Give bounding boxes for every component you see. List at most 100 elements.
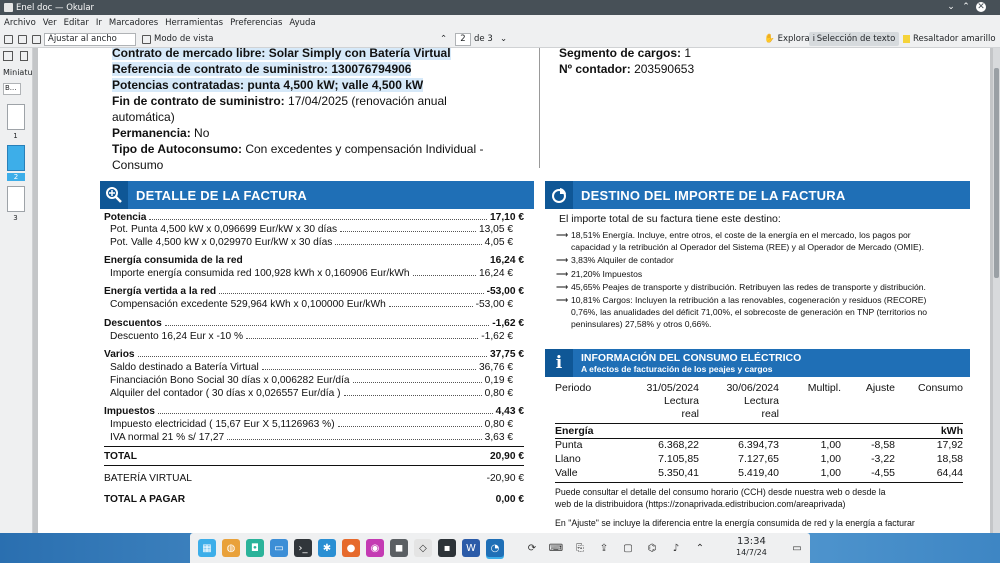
volume-icon[interactable]: ♪ <box>667 539 685 557</box>
word-icon[interactable]: W <box>462 539 480 557</box>
device-icon[interactable]: ▢ <box>619 539 637 557</box>
thumbnails-tab-icon[interactable] <box>3 51 13 61</box>
menu-archivo[interactable]: Archivo <box>4 18 36 28</box>
document-viewport[interactable]: Contrato de mercado libre: Solar Simply … <box>33 48 1000 533</box>
hand-icon: ✋ <box>764 34 775 44</box>
cell-lectura-2: 5.419,40 <box>738 467 779 479</box>
arrow-icon: ⟶ <box>556 230 569 240</box>
menu-herramientas[interactable]: Herramientas <box>165 18 223 28</box>
thumbnail-search-input[interactable]: B... <box>3 83 21 95</box>
cell-ajuste: -3,22 <box>871 453 895 465</box>
show-desktop-icon[interactable]: ▭ <box>788 539 806 557</box>
contract-end-value: 17/04/2025 (renovación anual <box>288 94 447 108</box>
consumo-note-2: web de la distribuidora (https://zonapri… <box>555 499 846 509</box>
sidebar-toggle-button[interactable] <box>4 32 16 46</box>
desktop-taskbar: ▦ ◍ ◘ ▭ ›_ ✱ ● ◉ ◼ ◇ ▪ W ◔ ⟳ ⌨ ⎘ ⇪ ▢ ⌬ ♪… <box>0 533 1000 563</box>
col-consumo: Consumo <box>918 382 963 394</box>
total-value: 20,90 € <box>490 451 524 462</box>
thumbnail-number-3: 3 <box>13 214 18 222</box>
destino-item-text: peninsulares) 27,58% y otros 0,66%. <box>571 319 712 330</box>
magnifier-icon <box>100 181 128 209</box>
system-clock[interactable]: 13:34 14/7/24 <box>736 536 767 558</box>
cell-multipl: 1,00 <box>820 439 841 451</box>
cell-lectura-1: 5.350,41 <box>658 467 699 479</box>
app-launcher-icon[interactable]: ▦ <box>198 539 216 557</box>
zoom-select[interactable]: Ajustar al ancho <box>44 32 136 46</box>
contract-type: Contrato de mercado libre: Solar Simply … <box>112 48 451 60</box>
folder-icon[interactable]: ▭ <box>270 539 288 557</box>
page-thumbnail-2[interactable] <box>7 145 25 171</box>
okular-icon[interactable]: ◔ <box>486 539 504 557</box>
sync-icon[interactable]: ⟳ <box>523 539 541 557</box>
page-thumbnail-3[interactable] <box>7 186 25 212</box>
potencia-row: Potencia 17,10 € <box>104 212 524 223</box>
descuento-label: Descuento 16,24 Eur x -10 % <box>110 331 244 342</box>
close-icon[interactable]: ✕ <box>976 2 986 12</box>
network-icon[interactable]: ⌬ <box>643 539 661 557</box>
tray-expand-icon[interactable]: ⌃ <box>691 539 709 557</box>
zoom-fit-icon-button[interactable] <box>32 32 44 46</box>
destino-list: ⟶ 18,51% Energía. Incluye, entre otros, e… <box>556 229 976 331</box>
descuento-value: -1,62 € <box>481 331 513 342</box>
cell-lectura-1: 7.105,85 <box>658 453 699 465</box>
previous-page-button[interactable]: ⌃ <box>440 32 447 46</box>
terminal-icon[interactable]: ›_ <box>294 539 312 557</box>
descuentos-total: -1,62 € <box>492 318 524 329</box>
impuesto-electricidad-row: Impuesto electricidad ( 15,67 Eur X 5,11… <box>110 419 513 430</box>
potencia-punta-value: 13,05 € <box>479 224 513 235</box>
updates-icon[interactable]: ⇪ <box>595 539 613 557</box>
vertida-total: -53,00 € <box>486 286 524 297</box>
col-fecha-2: 30/06/2024 <box>726 382 779 394</box>
console-icon[interactable]: ▪ <box>438 539 456 557</box>
table-row: Punta 6.368,22 6.394,73 1,00 -8,58 17,92 <box>555 439 963 452</box>
explore-button[interactable]: ✋ Explorar <box>764 32 813 46</box>
permanence-value: No <box>194 126 210 140</box>
text-selection-button[interactable]: Ꭵ Selección de texto <box>809 32 900 46</box>
vertical-scrollbar[interactable] <box>993 48 1000 533</box>
next-page-button[interactable]: ⌄ <box>500 32 507 46</box>
col-lectura-1: Lectura <box>663 395 699 407</box>
potencia-label: Potencia <box>104 212 147 223</box>
cell-consumo: 18,58 <box>936 453 963 465</box>
energia-total: 16,24 € <box>490 255 524 266</box>
destino-item-text: 21,20% Impuestos <box>571 268 643 279</box>
menu-editar[interactable]: Editar <box>64 18 89 28</box>
highlighter-button[interactable]: Resaltador amarillo <box>903 32 996 46</box>
minimize-icon[interactable]: ⌄ <box>946 2 956 12</box>
menu-ayuda[interactable]: Ayuda <box>289 18 315 28</box>
menu-ver[interactable]: Ver <box>43 18 57 28</box>
page-thumbnail-1[interactable] <box>7 104 25 130</box>
sidebar-menu-icon[interactable] <box>20 51 28 61</box>
text-select-icon: Ꭵ <box>813 34 815 44</box>
total-divider <box>104 446 524 447</box>
consumo-notes: Puede consultar el detalle del consumo h… <box>555 486 970 529</box>
cell-consumo: 64,44 <box>936 467 963 479</box>
firefox-like-icon[interactable]: ◍ <box>222 539 240 557</box>
detalle-title: DETALLE DE LA FACTURA <box>136 187 308 203</box>
monitor-icon[interactable]: ◼ <box>390 539 408 557</box>
menu-marcadores[interactable]: Marcadores <box>109 18 158 28</box>
settings-icon[interactable]: ✱ <box>318 539 336 557</box>
maximize-icon[interactable]: ⌃ <box>961 2 971 12</box>
page-number-input[interactable]: 2 <box>455 32 471 46</box>
energia-importe-row: Importe energía consumida red 100,928 kW… <box>110 268 513 279</box>
zoom-fit-icon <box>32 34 41 44</box>
scrollbar-handle[interactable] <box>994 68 999 278</box>
destino-item-text: 0,76%, las anualidades del déficit 71,00… <box>571 307 928 318</box>
menu-preferencias[interactable]: Preferencias <box>230 18 282 28</box>
firefox-icon[interactable]: ● <box>342 539 360 557</box>
energia-importe-label: Importe energía consumida red 100,928 kW… <box>110 268 410 279</box>
fit-page-button[interactable] <box>18 32 30 46</box>
window-titlebar: Enel doc — Okular ⌄ ⌃ ✕ <box>0 0 1000 15</box>
meter-value: 203590653 <box>634 62 695 76</box>
store-icon[interactable]: ◘ <box>246 539 264 557</box>
clipboard-icon[interactable]: ⎘ <box>571 539 589 557</box>
media-player-icon[interactable]: ◉ <box>366 539 384 557</box>
keyboard-icon[interactable]: ⌨ <box>547 539 565 557</box>
okular-app-icon <box>4 3 13 12</box>
document-page: Contrato de mercado libre: Solar Simply … <box>38 48 990 533</box>
package-icon[interactable]: ◇ <box>414 539 432 557</box>
potencia-valle-label: Pot. Valle 4,500 kW x 0,029970 Eur/kW x … <box>110 237 333 248</box>
view-mode-button[interactable]: Modo de vista <box>142 32 214 46</box>
menu-ir[interactable]: Ir <box>96 18 102 28</box>
